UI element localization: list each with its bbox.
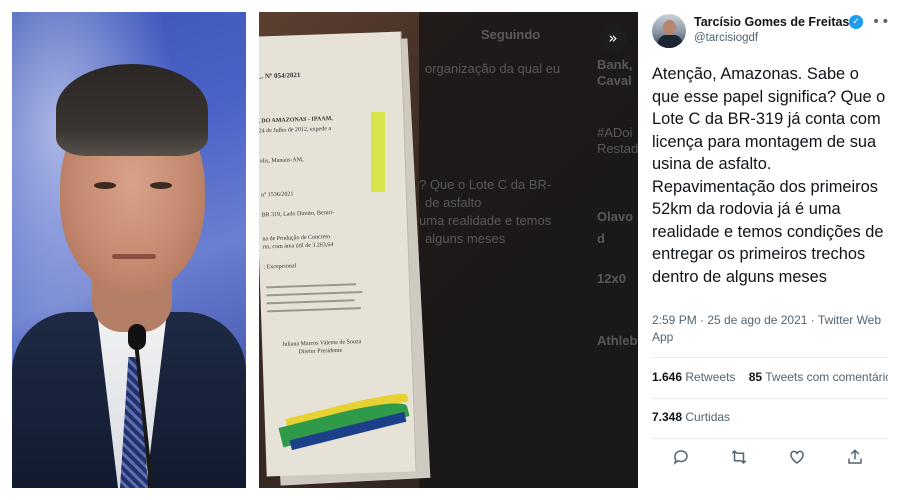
divider [652,438,888,439]
text-line [266,299,355,305]
tweet-timestamp[interactable]: 2:59 PM · 25 de ago de 2021 · Twitter We… [652,312,888,346]
retweets-count[interactable]: 1.646 [652,370,682,384]
avatar-body [658,35,682,48]
document-header: L. Nº 054/2021 [259,71,301,81]
portrait-photo [12,12,246,488]
screen-line: organização da qual eu [425,61,561,76]
engagement-stats: 1.646 Retweets 85 Tweets com comentário [652,370,888,390]
document-area: rto, com área útil de 3.263,64 [262,242,334,251]
chevrons-right-icon[interactable]: » [599,24,627,52]
like-icon[interactable] [788,448,810,470]
screen-side: Athleb [597,333,638,348]
screen-side: Olavo d [597,209,634,246]
author-handle[interactable]: @tarcisiogdf [694,32,758,44]
text-line [266,283,357,289]
document-road: BR 319, Lado Direito, Beruri- [261,209,335,219]
sticky-tab [371,112,385,192]
signature-title: Diretor Presidente [298,347,343,356]
divider [652,398,888,399]
hair [56,64,208,156]
document-activity: na de Produção de Concreto [262,234,331,243]
right-eye [150,182,172,189]
more-horizontal-icon[interactable]: ••• [872,14,888,30]
document-process: n° 1536/2021 [260,191,294,199]
microphone-icon [128,324,146,350]
document-city: olis, Manaus-AM, [259,157,304,165]
mouth [112,254,156,259]
quote-count[interactable]: 85 [749,370,762,384]
left-eye [94,182,116,189]
screen-side: Restad [597,141,638,156]
action-bar [652,446,888,476]
text-line [266,291,363,297]
document-date: 24 de Julho de 2012, expede a [259,126,332,135]
document-type: : Excepcional [263,263,297,271]
retweets-label[interactable]: Retweets [685,370,735,384]
document-org: , DO AMAZONAS - IPAAM, [259,115,333,125]
document-photo: Seguindo organização da qual eu ? Que o … [259,12,638,488]
screen-line: alguns meses [425,231,506,246]
signature-name: Juliana Marcos Valente de Souza [282,339,362,348]
quote-label[interactable]: Tweets com comentário [765,370,888,384]
avatar-head [663,20,676,35]
share-icon[interactable] [846,448,868,470]
avatar[interactable] [652,14,686,48]
screen-side: Caval [597,73,632,88]
verified-badge-icon: ✓ [849,15,863,29]
image-collage: Seguindo organização da qual eu ? Que o … [0,0,900,500]
tweet-text: Atenção, Amazonas. Sabe o que esse papel… [652,65,886,286]
reply-icon[interactable] [672,448,694,470]
tweet-card: Tarcísio Gomes de Freitas ✓ @tarcisiogdf… [640,12,888,488]
tweet-header: Tarcísio Gomes de Freitas ✓ @tarcisiogdf… [650,12,888,52]
divider [652,357,888,358]
screen-side: 12x0 [597,271,626,286]
likes-label[interactable]: Curtidas [685,410,730,424]
likes-stats: 7.348 Curtidas [652,410,888,430]
background-screen: Seguindo organização da qual eu ? Que o … [419,12,638,488]
retweet-icon[interactable] [730,448,752,470]
author-name[interactable]: Tarcísio Gomes de Freitas [694,15,849,29]
screen-header: Seguindo [481,27,541,42]
likes-count[interactable]: 7.348 [652,410,682,424]
text-line [266,307,361,313]
